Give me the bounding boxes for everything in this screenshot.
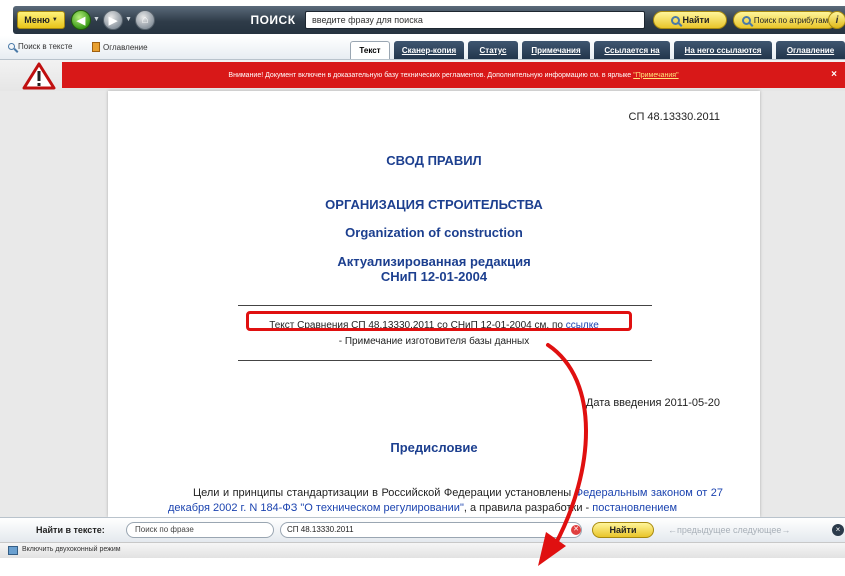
- decree-link[interactable]: постановлением: [592, 502, 677, 514]
- tab-contents[interactable]: Оглавление: [776, 41, 845, 59]
- chevron-down-icon[interactable]: ▼: [93, 16, 100, 23]
- annotation-highlight-box: [246, 311, 632, 331]
- search-icon: [670, 15, 680, 25]
- tab-scan-copy[interactable]: Сканер-копия: [394, 41, 464, 59]
- document-edition: Актуализированная редакция: [337, 254, 531, 269]
- document-page: СП 48.13330.2011 СВОД ПРАВИЛ ОРГАНИЗАЦИЯ…: [108, 91, 760, 517]
- tab-text[interactable]: Текст: [350, 41, 390, 59]
- clear-icon[interactable]: ✕: [571, 525, 581, 535]
- divider: [238, 305, 652, 306]
- status-bar: Включить двухоконный режим: [0, 542, 845, 558]
- document-snip-code: СНиП 12-01-2004: [380, 269, 488, 284]
- chevron-down-icon[interactable]: ▼: [125, 16, 132, 23]
- document-tabs-bar: Поиск в тексте Оглавление Текст Сканер-к…: [0, 36, 845, 60]
- search-icon: [741, 15, 751, 25]
- home-icon[interactable]: ⌂: [135, 10, 155, 30]
- contents-label: Оглавление: [103, 42, 148, 52]
- warning-message: Внимание! Документ включен в доказательн…: [62, 62, 845, 88]
- find-mode-select[interactable]: Поиск по фразе: [126, 522, 274, 538]
- forward-icon[interactable]: ▶: [103, 10, 123, 30]
- find-in-text-button[interactable]: Найти: [592, 522, 654, 538]
- find-in-text-bar: Найти в тексте: Поиск по фразе СП 48.133…: [0, 517, 845, 542]
- menu-button[interactable]: Меню ▼: [17, 11, 65, 29]
- contents-link[interactable]: Оглавление: [92, 42, 148, 52]
- app-window: Меню ▼ ◀ ▼ ▶ ▼ ⌂ ПОИСК введите фразу для…: [0, 0, 845, 576]
- tab-notes[interactable]: Примечания: [522, 41, 590, 59]
- search-section-label: ПОИСК: [250, 13, 296, 27]
- database-note: - Примечание изготовителя базы данных: [338, 336, 530, 347]
- book-icon: [92, 42, 100, 52]
- document-title-main: ОРГАНИЗАЦИЯ СТРОИТЕЛЬСТВА: [325, 197, 543, 212]
- warning-notes-link[interactable]: "Примечания": [633, 72, 678, 79]
- tab-status[interactable]: Статус: [468, 41, 518, 59]
- tab-refers-to[interactable]: Ссылается на: [594, 41, 670, 59]
- dual-window-icon[interactable]: [8, 546, 18, 555]
- warning-bar: Внимание! Документ включен в доказательн…: [0, 60, 845, 91]
- paragraph-text: , а правила разработки -: [463, 502, 590, 514]
- preface-paragraph: Цели и принципы стандартизации в Российс…: [168, 486, 723, 516]
- document-code: СП 48.13330.2011: [628, 111, 721, 123]
- document-title-codex: СВОД ПРАВИЛ: [386, 153, 482, 168]
- prev-next-navigation[interactable]: ←предыдущее следующее→: [668, 525, 790, 535]
- close-icon[interactable]: ×: [831, 69, 837, 80]
- attribute-search-button[interactable]: Поиск по атрибутам: [733, 11, 837, 29]
- divider: [238, 360, 652, 361]
- document-viewport[interactable]: СП 48.13330.2011 СВОД ПРАВИЛ ОРГАНИЗАЦИЯ…: [0, 91, 845, 517]
- document-title-english: Organization of construction: [345, 225, 523, 240]
- info-icon[interactable]: i: [828, 11, 845, 29]
- chevron-down-icon: ▼: [51, 17, 58, 23]
- find-button-label: Найти: [682, 15, 710, 25]
- attribute-search-label: Поиск по атрибутам: [753, 15, 829, 25]
- effective-date: Дата введения 2011-05-20: [585, 397, 720, 409]
- search-in-text-label: Поиск в тексте: [18, 42, 73, 51]
- search-icon: [8, 43, 15, 50]
- tab-referenced-by[interactable]: На него ссылаются: [674, 41, 772, 59]
- find-text-input[interactable]: СП 48.13330.2011: [280, 522, 582, 538]
- back-icon[interactable]: ◀: [71, 10, 91, 30]
- search-input[interactable]: введите фразу для поиска: [305, 11, 645, 29]
- find-in-text-label: Найти в тексте:: [36, 525, 105, 535]
- find-button[interactable]: Найти: [653, 11, 727, 29]
- close-icon[interactable]: ×: [832, 524, 844, 536]
- bottom-margin: [0, 558, 845, 576]
- menu-label: Меню: [24, 15, 50, 25]
- paragraph-text: Цели и принципы стандартизации в Российс…: [193, 487, 572, 499]
- search-in-text-link[interactable]: Поиск в тексте: [8, 42, 73, 51]
- preface-heading: Предисловие: [390, 440, 478, 455]
- main-toolbar: Меню ▼ ◀ ▼ ▶ ▼ ⌂ ПОИСК введите фразу для…: [13, 6, 845, 34]
- dual-window-toggle[interactable]: Включить двухоконный режим: [22, 546, 121, 553]
- warning-icon: [22, 62, 56, 90]
- warning-text: Внимание! Документ включен в доказательн…: [228, 71, 632, 79]
